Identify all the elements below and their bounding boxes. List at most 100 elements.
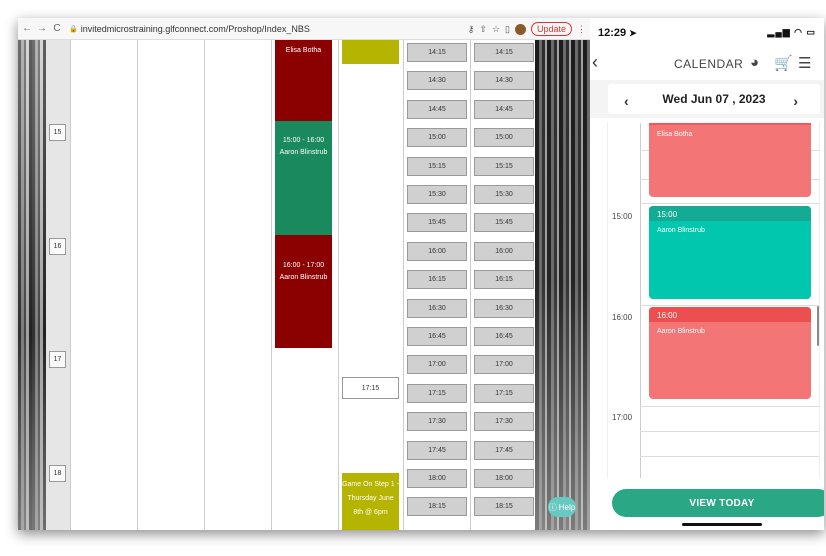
time-slot-button[interactable]: 16:00 — [474, 241, 534, 261]
time-slot-button[interactable]: 17:15 — [407, 383, 467, 403]
time-slot-button[interactable]: 17:00 — [474, 355, 534, 375]
back-arrow-icon[interactable]: ← — [21, 23, 33, 34]
key-icon[interactable]: ⚷ — [468, 24, 475, 35]
more-icon[interactable]: ⋮ — [577, 24, 586, 35]
time-slot-button[interactable]: 15:30 — [474, 185, 534, 204]
schedule-column[interactable] — [204, 40, 271, 530]
time-slot-button[interactable]: 16:30 — [474, 298, 534, 318]
background-photo-left — [18, 40, 46, 530]
update-button[interactable]: Update — [530, 22, 572, 36]
share-icon[interactable]: ⇧ — [479, 24, 487, 35]
time-slot-button[interactable]: 16:45 — [474, 327, 534, 346]
palette-icon[interactable]: ◕ — [750, 54, 759, 71]
forward-arrow-icon[interactable]: → — [36, 23, 48, 34]
schedule-column[interactable]: Elisa Botha 15:00 - 16:00 Aaron Blinstru… — [271, 40, 338, 530]
calendar-event[interactable]: Elisa Botha — [649, 123, 811, 197]
menu-icon[interactable]: ☰ — [798, 54, 811, 72]
time-slot-button[interactable]: 14:15 — [474, 43, 534, 62]
time-slot-button[interactable]: 18:00 — [407, 469, 467, 488]
time-slot-button[interactable]: 17:45 — [474, 440, 534, 460]
time-slot-button[interactable]: 15:15 — [474, 156, 534, 176]
time-slot-button[interactable]: 15:30 — [407, 185, 467, 204]
time-label: 16:00 — [612, 313, 633, 322]
hour-label: 18 — [49, 465, 66, 482]
booking-name: Aaron Blinstrub — [279, 149, 328, 156]
booking-time: 16:00 - 17:00 — [282, 262, 325, 269]
day-calendar[interactable]: 15:00 16:00 17:00 Elisa Botha 15:00 Aaro… — [607, 123, 820, 478]
time-slot-button[interactable]: 15:45 — [474, 213, 534, 233]
schedule-column[interactable] — [137, 40, 204, 530]
time-slot-button[interactable]: 15:45 — [407, 213, 467, 233]
schedule-column[interactable] — [70, 40, 137, 530]
help-button[interactable]: ⓘ Help — [548, 497, 576, 517]
cart-icon[interactable]: 🛒 — [774, 54, 793, 72]
current-date: Wed Jun 07 , 2023 — [662, 92, 766, 106]
time-slot-button[interactable]: 15:00 — [474, 128, 534, 148]
home-indicator[interactable] — [682, 523, 762, 526]
time-slot-button[interactable]: 14:15 — [407, 43, 467, 62]
calendar-event[interactable]: 15:00 Aaron Blinstrub — [649, 206, 811, 299]
booking-block[interactable]: 16:00 - 17:00 Aaron Blinstrub — [275, 235, 332, 348]
browser-window: ← → C 🔒 invitedmicrostraining.glfconnect… — [18, 18, 590, 530]
time-slot-button[interactable]: 16:15 — [407, 270, 467, 290]
phone-screen: 12:29 ➤ ▂▄▆ ◠ ▭ ‹ CALENDAR ◕ 🛒 ☰ ‹ Wed J… — [590, 18, 824, 530]
grid-line — [640, 305, 819, 306]
event-block[interactable] — [342, 40, 399, 64]
status-bar: 12:29 ➤ ▂▄▆ ◠ ▭ — [590, 18, 824, 48]
screenshot-frame: ← → C 🔒 invitedmicrostraining.glfconnect… — [18, 18, 824, 530]
time-divider — [640, 123, 641, 478]
time-slot-button[interactable]: 15:00 — [407, 128, 467, 148]
schedule-column[interactable]: 17:15 Game On Step 1 - Thursday June 8th… — [338, 40, 403, 530]
booking-block[interactable]: Elisa Botha — [275, 40, 332, 121]
date-display: ‹ Wed Jun 07 , 2023 › — [608, 84, 820, 114]
scrollbar[interactable] — [817, 306, 819, 346]
event-name: Aaron Blinstrub — [657, 328, 705, 335]
booking-time: 15:00 - 16:00 — [282, 137, 325, 144]
time-slot-button[interactable]: 18:00 — [474, 469, 534, 488]
time-slot-button[interactable]: 14:30 — [407, 71, 467, 91]
question-icon: ⓘ — [548, 502, 557, 512]
time-slot-button[interactable]: 15:15 — [407, 156, 467, 176]
time-slot-button[interactable]: 17:30 — [407, 412, 467, 432]
hour-label: 16 — [49, 238, 66, 255]
hour-label: 15 — [49, 124, 66, 141]
time-slot-button[interactable]: 14:45 — [474, 99, 534, 119]
time-slot-button[interactable]: 17:15 — [474, 383, 534, 403]
time-label: 15:00 — [612, 212, 633, 221]
calendar-event[interactable]: 16:00 Aaron Blinstrub — [649, 307, 811, 399]
time-slot-button[interactable]: 14:30 — [474, 71, 534, 91]
app-bar: ‹ CALENDAR ◕ 🛒 ☰ — [590, 48, 824, 78]
background-photo-right — [535, 40, 590, 530]
lock-icon: 🔒 — [69, 25, 78, 33]
time-slot[interactable]: 17:15 — [342, 377, 399, 399]
time-slot-button[interactable]: 17:30 — [474, 412, 534, 432]
star-icon[interactable]: ☆ — [492, 24, 500, 35]
time-slot-button[interactable]: 18:15 — [474, 497, 534, 517]
time-slot-button[interactable]: 17:45 — [407, 440, 467, 460]
hour-column: 15 16 17 18 — [46, 40, 70, 530]
page-title: CALENDAR — [674, 57, 744, 71]
chevron-left-icon[interactable]: ‹ — [592, 52, 598, 73]
address-bar[interactable]: 🔒 invitedmicrostraining.glfconnect.com/P… — [69, 24, 310, 34]
time-slot-button[interactable]: 16:45 — [407, 327, 467, 346]
chevron-left-icon[interactable]: ‹ — [624, 93, 629, 109]
booking-block[interactable]: 15:00 - 16:00 Aaron Blinstrub — [275, 121, 332, 235]
chevron-right-icon[interactable]: › — [793, 93, 798, 109]
grid-line — [640, 203, 819, 204]
time-slot-button[interactable]: 16:00 — [407, 241, 467, 261]
slot-column: 14:15 14:30 14:45 15:00 15:15 15:30 15:45 16:00… — [470, 40, 535, 530]
view-today-button[interactable]: VIEW TODAY — [612, 489, 824, 517]
time-slot-button[interactable]: 16:15 — [474, 270, 534, 290]
profile-avatar[interactable] — [514, 23, 526, 35]
time-slot-button[interactable]: 18:15 — [407, 497, 467, 517]
time-slot-button[interactable]: 14:45 — [407, 99, 467, 119]
clock: 12:29 — [598, 27, 627, 39]
time-slot-button[interactable]: 16:30 — [407, 298, 467, 318]
browser-toolbar: ← → C 🔒 invitedmicrostraining.glfconnect… — [18, 18, 590, 40]
sidebar-icon[interactable]: ▯ — [505, 24, 510, 35]
grid-line — [640, 431, 819, 432]
time-slot-button[interactable]: 17:00 — [407, 355, 467, 375]
event-block[interactable]: Game On Step 1 - Thursday June 8th @ 6pm — [342, 473, 399, 530]
slot-column: 14:15 14:30 14:45 15:00 15:15 15:30 15:45 16:00… — [403, 40, 470, 530]
reload-icon[interactable]: C — [51, 23, 63, 34]
